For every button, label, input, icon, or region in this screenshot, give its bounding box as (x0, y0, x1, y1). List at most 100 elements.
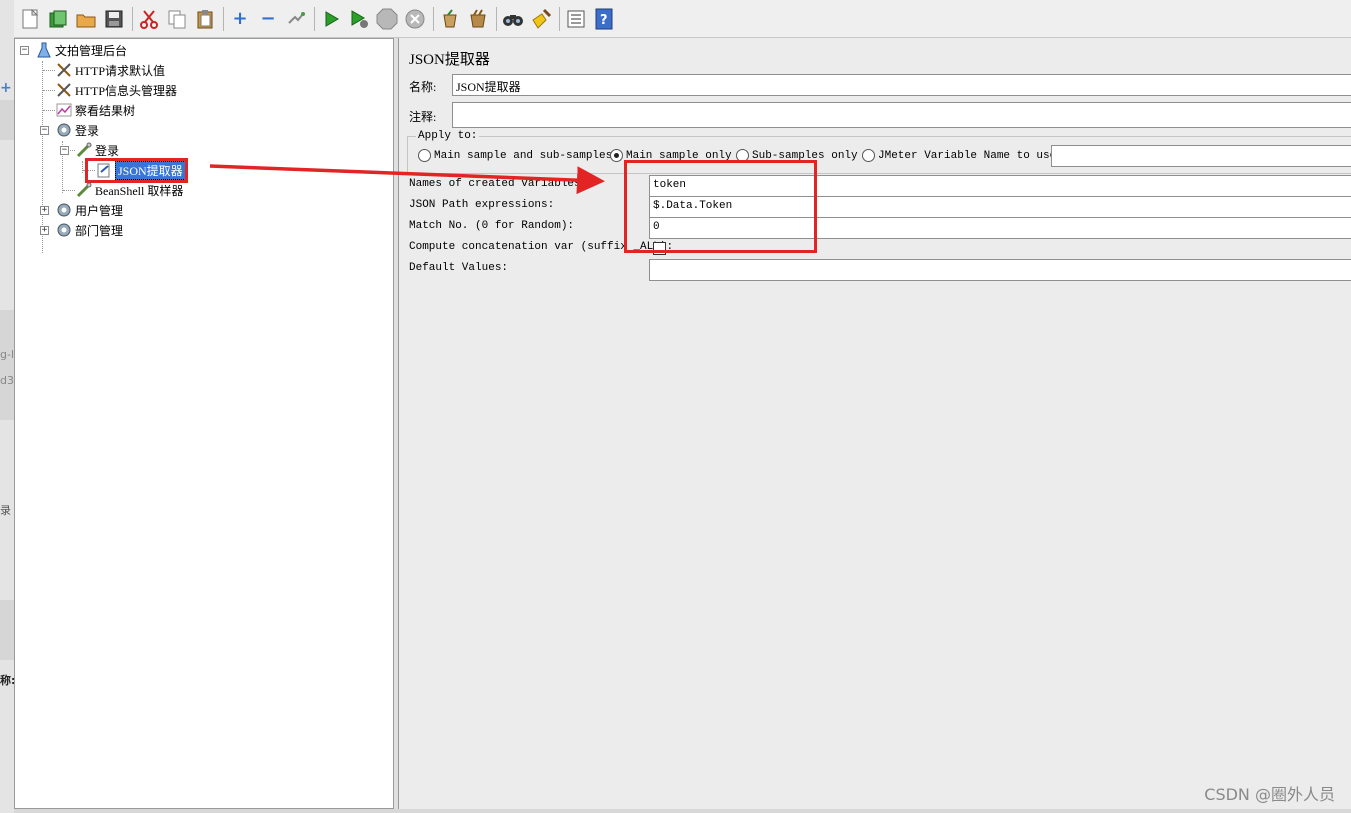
background-text: d3 (0, 374, 14, 387)
function-helper-icon[interactable] (564, 7, 588, 31)
tree-node-http-defaults[interactable]: HTTP请求默认值 (55, 61, 165, 79)
radio-label: JMeter Variable Name to use (878, 149, 1057, 162)
thread-group-icon (55, 121, 73, 139)
toggle-icon[interactable] (284, 7, 308, 31)
tree-node-label: HTTP信息头管理器 (75, 83, 178, 98)
toolbar-separator (496, 6, 497, 31)
name-label: 名称: (409, 80, 437, 94)
tree-node-test-plan[interactable]: 文拍管理后台 (35, 41, 127, 59)
shutdown-icon[interactable] (403, 7, 427, 31)
tree-node-department-management[interactable]: 部门管理 (55, 221, 123, 239)
tree-node-header-manager[interactable]: HTTP信息头管理器 (55, 81, 177, 99)
radio-button[interactable] (418, 149, 431, 162)
test-plan-tree: − 文拍管理后台 HTTP请求默认值 HTTP信息头管理器 察看结果树 − 登录… (14, 38, 394, 809)
test-plan-icon (35, 41, 53, 59)
tree-node-label: HTTP请求默认值 (75, 63, 166, 78)
tree-line (82, 161, 83, 173)
jmeter-variable-field[interactable] (1051, 145, 1351, 167)
collapse-icon[interactable]: − (256, 7, 280, 31)
tree-line (43, 110, 55, 111)
tree-node-beanshell-sampler[interactable]: BeanShell 取样器 (75, 181, 183, 199)
tree-node-label: 登录 (95, 143, 120, 158)
tree-node-label: BeanShell 取样器 (95, 183, 184, 198)
radio-main-and-sub[interactable]: Main sample and sub-samples (418, 149, 612, 162)
background-text: g-l (0, 348, 14, 361)
tree-node-label: 用户管理 (75, 203, 124, 218)
tree-line (43, 70, 55, 71)
new-icon[interactable] (18, 7, 42, 31)
radio-button[interactable] (610, 149, 623, 162)
tree-line (43, 90, 55, 91)
expand-icon[interactable]: + (228, 7, 252, 31)
collapse-toggle[interactable]: − (20, 46, 29, 55)
toolbar-separator (223, 6, 224, 31)
tree-node-label: 察看结果树 (75, 103, 136, 118)
background-text: 录 (0, 504, 11, 517)
highlight-box (624, 160, 817, 253)
collapse-toggle[interactable]: − (60, 146, 69, 155)
sampler-icon (75, 141, 93, 159)
tree-node-label: 文拍管理后台 (55, 43, 128, 58)
highlight-box (85, 158, 188, 183)
tree-node-user-management[interactable]: 用户管理 (55, 201, 123, 219)
tree-node-label: 登录 (75, 123, 100, 138)
default-values-label: Default Values: (409, 262, 509, 274)
background-block (0, 600, 14, 660)
status-strip (14, 809, 1351, 813)
open-icon[interactable] (74, 7, 98, 31)
toolbar-separator (314, 6, 315, 31)
copy-icon[interactable] (165, 7, 189, 31)
paste-icon[interactable] (193, 7, 217, 31)
templates-icon[interactable] (46, 7, 70, 31)
name-field[interactable]: JSON提取器 (452, 74, 1351, 96)
radio-label: Main sample and sub-samples (434, 149, 613, 162)
apply-to-label: Apply to: (416, 130, 480, 142)
comment-label: 注释: (409, 110, 437, 124)
config-element-icon (55, 61, 73, 79)
apply-to-group: Apply to: Main sample and sub-samples Ma… (407, 130, 1351, 174)
clear-icon[interactable] (438, 7, 462, 31)
tree-node-thread-group-login[interactable]: 登录 (55, 121, 99, 139)
background-text: 称: (0, 674, 14, 687)
toolbar-separator (433, 6, 434, 31)
listener-icon (55, 101, 73, 119)
watermark: CSDN @圈外人员 (1204, 785, 1335, 804)
clear-all-icon[interactable] (466, 7, 490, 31)
background-window-strip: + g-l d3 录 称: (0, 0, 14, 813)
save-icon[interactable] (102, 7, 126, 31)
variable-names-label: Names of created variables: (409, 178, 588, 190)
panel-title: JSON提取器 (409, 52, 490, 68)
expand-toggle[interactable]: + (40, 226, 49, 235)
json-extractor-panel: JSON提取器 名称: JSON提取器 注释: Apply to: Main s… (398, 38, 1351, 809)
background-block (0, 310, 14, 420)
radio-jmeter-variable[interactable]: JMeter Variable Name to use (862, 149, 1056, 162)
expand-toggle[interactable]: + (40, 206, 49, 215)
tree-node-label: 部门管理 (75, 223, 124, 238)
radio-button[interactable] (862, 149, 875, 162)
background-add-icon: + (0, 80, 12, 96)
cut-icon[interactable] (137, 7, 161, 31)
search-icon[interactable] (501, 7, 525, 31)
start-no-pauses-icon[interactable] (347, 7, 371, 31)
default-values-field[interactable] (649, 259, 1351, 281)
thread-group-icon (55, 201, 73, 219)
start-icon[interactable] (319, 7, 343, 31)
json-path-label: JSON Path expressions: (409, 199, 555, 211)
collapse-toggle[interactable]: − (40, 126, 49, 135)
config-element-icon (55, 81, 73, 99)
comment-field[interactable] (452, 102, 1351, 128)
tree-node-results-tree[interactable]: 察看结果树 (55, 101, 135, 119)
tree-node-sampler-login[interactable]: 登录 (75, 141, 119, 159)
match-no-label: Match No. (0 for Random): (409, 220, 575, 232)
svg-text:?: ? (600, 13, 608, 28)
toolbar: + − ? (14, 0, 1351, 38)
background-block (0, 100, 14, 140)
thread-group-icon (55, 221, 73, 239)
toolbar-separator (132, 6, 133, 31)
reset-search-icon[interactable] (529, 7, 553, 31)
help-icon[interactable]: ? (592, 7, 616, 31)
tree-line (63, 190, 75, 191)
toolbar-separator (559, 6, 560, 31)
sampler-icon (75, 181, 93, 199)
stop-icon[interactable] (375, 7, 399, 31)
